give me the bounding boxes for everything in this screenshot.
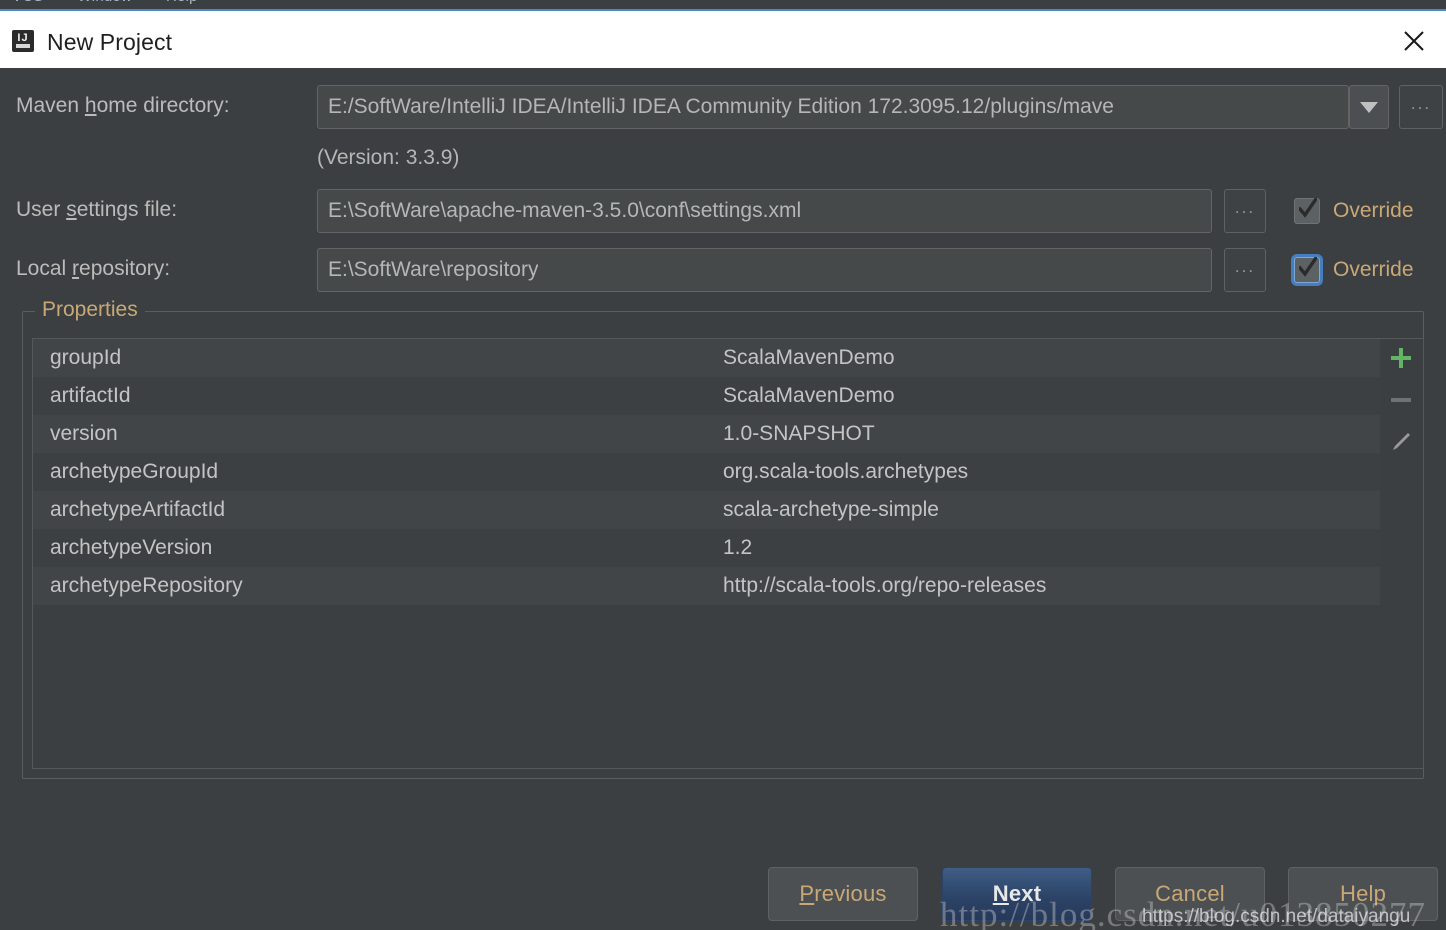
add-property-button[interactable] [1380, 339, 1422, 381]
menu-item-help[interactable]: Help [166, 0, 198, 5]
new-project-dialog: VCS Window Help IJ New Project Maven home … [0, 0, 1446, 930]
local-repository-value: E:\SoftWare\repository [328, 258, 539, 281]
close-button[interactable] [1390, 23, 1438, 59]
next-button-label: Next [992, 881, 1042, 906]
intellij-idea-icon: IJ [12, 30, 34, 52]
pencil-icon [1388, 429, 1414, 460]
properties-toolbar [1380, 338, 1424, 769]
help-button[interactable]: Help [1288, 867, 1438, 921]
dialog-titlebar: IJ New Project [0, 11, 1446, 69]
properties-table[interactable]: groupId ScalaMavenDemo artifactId ScalaM… [32, 338, 1381, 769]
next-button[interactable]: Next [942, 867, 1092, 921]
maven-home-combo-field[interactable]: E:/SoftWare/IntelliJ IDEA/IntelliJ IDEA … [317, 85, 1349, 129]
user-settings-input[interactable]: E:\SoftWare\apache-maven-3.5.0\conf\sett… [317, 189, 1212, 233]
maven-home-browse-button[interactable]: ... [1399, 85, 1443, 129]
table-row[interactable]: version 1.0-SNAPSHOT [33, 415, 1380, 453]
chevron-down-icon [1360, 101, 1378, 113]
local-repository-override-label: Override [1333, 258, 1414, 281]
property-value: http://scala-tools.org/repo-releases [723, 574, 1047, 597]
properties-group-title: Properties [35, 298, 145, 322]
ellipsis-icon: ... [1410, 93, 1432, 113]
user-settings-value: E:\SoftWare\apache-maven-3.5.0\conf\sett… [328, 199, 802, 222]
cancel-button[interactable]: Cancel [1115, 867, 1265, 921]
property-key: archetypeArtifactId [50, 498, 226, 521]
maven-home-label: Maven home directory: [16, 94, 230, 117]
ide-menubar: VCS Window Help [0, 0, 1446, 11]
ide-menubar-items: VCS Window Help [12, 0, 232, 5]
property-key: artifactId [50, 384, 131, 407]
user-settings-label: User settings file: [16, 198, 178, 221]
property-key: archetypeRepository [50, 574, 243, 597]
local-repository-override-checkbox[interactable]: Override [1294, 257, 1414, 283]
intellij-idea-icon-bar [16, 44, 30, 48]
local-repository-input[interactable]: E:\SoftWare\repository [317, 248, 1212, 292]
maven-version-note: (Version: 3.3.9) [317, 146, 460, 169]
dialog-content: Maven home directory: E:/SoftWare/Intell… [0, 68, 1446, 930]
user-settings-override-checkbox[interactable]: Override [1294, 198, 1414, 224]
maven-home-value: E:/SoftWare/IntelliJ IDEA/IntelliJ IDEA … [328, 95, 1114, 118]
table-row[interactable]: archetypeArtifactId scala-archetype-simp… [33, 491, 1380, 529]
user-settings-browse-button[interactable]: ... [1224, 189, 1266, 233]
previous-button-label: Previous [799, 881, 887, 906]
minus-icon [1388, 387, 1414, 418]
remove-property-button[interactable] [1380, 381, 1422, 423]
maven-home-dropdown-button[interactable] [1349, 85, 1389, 129]
intellij-idea-icon-letters: IJ [17, 32, 29, 44]
previous-button[interactable]: Previous [768, 867, 918, 921]
ellipsis-icon: ... [1234, 256, 1256, 276]
table-row[interactable]: archetypeVersion 1.2 [33, 529, 1380, 567]
property-key: version [50, 422, 118, 445]
property-value: ScalaMavenDemo [723, 346, 895, 369]
dialog-title: New Project [47, 29, 173, 55]
checkbox-box [1294, 257, 1320, 283]
local-repository-label: Local repository: [16, 257, 171, 280]
plus-icon [1388, 345, 1414, 376]
ellipsis-icon: ... [1234, 197, 1256, 217]
close-icon [1401, 28, 1427, 54]
help-button-label: Help [1339, 881, 1387, 906]
property-value: 1.2 [723, 536, 753, 559]
table-row[interactable]: archetypeRepository http://scala-tools.o… [33, 567, 1380, 605]
table-row[interactable]: groupId ScalaMavenDemo [33, 339, 1380, 377]
property-key: archetypeVersion [50, 536, 213, 559]
property-value: org.scala-tools.archetypes [723, 460, 969, 483]
checkbox-box [1294, 198, 1320, 224]
property-key: groupId [50, 346, 122, 369]
check-icon [1299, 198, 1317, 218]
cancel-button-label: Cancel [1155, 881, 1225, 906]
property-value: 1.0-SNAPSHOT [723, 422, 875, 445]
property-value: ScalaMavenDemo [723, 384, 895, 407]
local-repository-browse-button[interactable]: ... [1224, 248, 1266, 292]
menu-item-vcs[interactable]: VCS [12, 0, 43, 5]
table-row[interactable]: archetypeGroupId org.scala-tools.archety… [33, 453, 1380, 491]
property-value: scala-archetype-simple [723, 498, 939, 521]
check-icon [1299, 257, 1317, 277]
table-row[interactable]: artifactId ScalaMavenDemo [33, 377, 1380, 415]
user-settings-override-label: Override [1333, 199, 1414, 222]
property-key: archetypeGroupId [50, 460, 219, 483]
menu-item-window[interactable]: Window [77, 0, 132, 5]
edit-property-button[interactable] [1380, 423, 1422, 465]
